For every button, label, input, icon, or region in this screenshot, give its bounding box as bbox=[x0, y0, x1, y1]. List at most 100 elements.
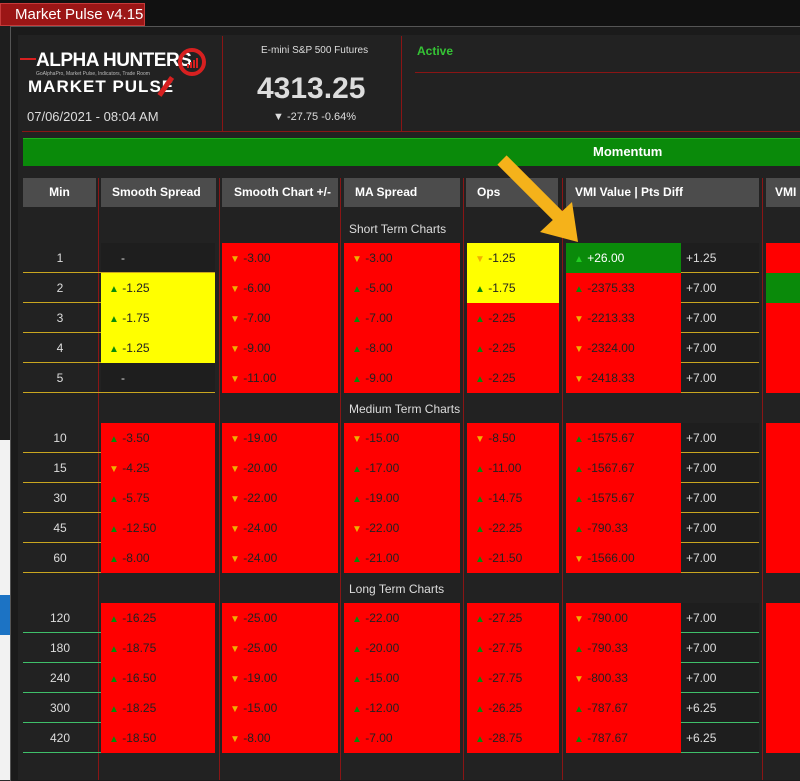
vmi-2-cell[interactable] bbox=[766, 483, 800, 513]
cell-ma[interactable]: ▲ -21.00 bbox=[344, 543, 460, 573]
cell-pts-diff[interactable]: +7.00 bbox=[681, 273, 759, 303]
header-vmi[interactable]: VMI Value | Pts Diff bbox=[566, 178, 759, 207]
cell-ops[interactable]: ▲ -21.50 bbox=[467, 543, 559, 573]
cell-sc[interactable]: ▼ -25.00 bbox=[222, 633, 338, 663]
cell-ops[interactable]: ▲ -27.75 bbox=[467, 633, 559, 663]
vmi-2-cell[interactable] bbox=[766, 663, 800, 693]
cell-pts-diff[interactable]: +7.00 bbox=[681, 453, 759, 483]
header-vmi-2[interactable]: VMI C bbox=[766, 178, 800, 207]
vmi-2-cell[interactable] bbox=[766, 723, 800, 753]
cell-ops[interactable]: ▼ -8.50 bbox=[467, 423, 559, 453]
cell-vmi[interactable]: ▲ -790.33 bbox=[566, 513, 681, 543]
cell-ops[interactable]: ▲ -2.25 bbox=[467, 333, 559, 363]
cell-sc[interactable]: ▼ -9.00 bbox=[222, 333, 338, 363]
window-title-tab[interactable]: Market Pulse v4.15 bbox=[0, 3, 145, 26]
header-smooth-chart[interactable]: Smooth Chart +/- bbox=[222, 178, 338, 207]
cell-vmi[interactable]: ▼ -2213.33 bbox=[566, 303, 681, 333]
cell-ma[interactable]: ▲ -5.00 bbox=[344, 273, 460, 303]
cell-pts-diff[interactable]: +1.25 bbox=[681, 243, 759, 273]
cell-ops[interactable]: ▲ -11.00 bbox=[467, 453, 559, 483]
cell-ss[interactable]: ▲ -1.75 bbox=[101, 303, 215, 333]
cell-sc[interactable]: ▼ -8.00 bbox=[222, 723, 338, 753]
vmi-2-cell[interactable] bbox=[766, 693, 800, 723]
cell-ss[interactable]: ▲ -8.00 bbox=[101, 543, 215, 573]
cell-vmi[interactable]: ▲ -1575.67 bbox=[566, 423, 681, 453]
vmi-2-cell[interactable] bbox=[766, 423, 800, 453]
header-min[interactable]: Min bbox=[23, 178, 96, 207]
cell-ma[interactable]: ▲ -20.00 bbox=[344, 633, 460, 663]
vmi-2-cell[interactable] bbox=[766, 543, 800, 573]
cell-vmi[interactable]: ▼ -2324.00 bbox=[566, 333, 681, 363]
cell-pts-diff[interactable]: +7.00 bbox=[681, 543, 759, 573]
cell-ma[interactable]: ▲ -19.00 bbox=[344, 483, 460, 513]
cell-ops[interactable]: ▲ -26.25 bbox=[467, 693, 559, 723]
cell-sc[interactable]: ▼ -20.00 bbox=[222, 453, 338, 483]
cell-vmi[interactable]: ▼ -2418.33 bbox=[566, 363, 681, 393]
cell-ss[interactable]: ▲ -18.75 bbox=[101, 633, 215, 663]
cell-ma[interactable]: ▲ -8.00 bbox=[344, 333, 460, 363]
cell-ma[interactable]: ▲ -15.00 bbox=[344, 663, 460, 693]
cell-vmi[interactable]: ▲ -787.67 bbox=[566, 723, 681, 753]
vmi-2-cell[interactable] bbox=[766, 363, 800, 393]
vmi-2-cell[interactable] bbox=[766, 243, 800, 273]
cell-ma[interactable]: ▼ -15.00 bbox=[344, 423, 460, 453]
cell-ss[interactable]: ▲ -16.25 bbox=[101, 603, 215, 633]
cell-ops[interactable]: ▲ -14.75 bbox=[467, 483, 559, 513]
cell-sc[interactable]: ▼ -15.00 bbox=[222, 693, 338, 723]
cell-ss[interactable]: ▲ -1.25 bbox=[101, 333, 215, 363]
cell-ss[interactable]: ▲ -16.50 bbox=[101, 663, 215, 693]
cell-pts-diff[interactable]: +7.00 bbox=[681, 633, 759, 663]
cell-ma[interactable]: ▼ -3.00 bbox=[344, 243, 460, 273]
vmi-2-cell[interactable] bbox=[766, 333, 800, 363]
vmi-2-cell[interactable] bbox=[766, 603, 800, 633]
cell-pts-diff[interactable]: +7.00 bbox=[681, 483, 759, 513]
cell-ma[interactable]: ▲ -22.00 bbox=[344, 603, 460, 633]
cell-sc[interactable]: ▼ -24.00 bbox=[222, 513, 338, 543]
cell-sc[interactable]: ▼ -3.00 bbox=[222, 243, 338, 273]
cell-sc[interactable]: ▼ -22.00 bbox=[222, 483, 338, 513]
cell-sc[interactable]: ▼ -19.00 bbox=[222, 423, 338, 453]
cell-pts-diff[interactable]: +7.00 bbox=[681, 333, 759, 363]
cell-vmi[interactable]: ▼ -1566.00 bbox=[566, 543, 681, 573]
cell-pts-diff[interactable]: +7.00 bbox=[681, 603, 759, 633]
cell-ss[interactable]: - bbox=[101, 363, 215, 393]
vmi-2-cell[interactable] bbox=[766, 453, 800, 483]
cell-pts-diff[interactable]: +7.00 bbox=[681, 513, 759, 543]
vmi-2-cell[interactable] bbox=[766, 513, 800, 543]
cell-ops[interactable]: ▲ -2.25 bbox=[467, 303, 559, 333]
cell-ma[interactable]: ▲ -17.00 bbox=[344, 453, 460, 483]
cell-sc[interactable]: ▼ -11.00 bbox=[222, 363, 338, 393]
vmi-2-cell[interactable] bbox=[766, 633, 800, 663]
cell-ma[interactable]: ▲ -9.00 bbox=[344, 363, 460, 393]
cell-pts-diff[interactable]: +7.00 bbox=[681, 423, 759, 453]
cell-ma[interactable]: ▲ -12.00 bbox=[344, 693, 460, 723]
cell-pts-diff[interactable]: +6.25 bbox=[681, 723, 759, 753]
cell-vmi[interactable]: ▲ -1567.67 bbox=[566, 453, 681, 483]
cell-sc[interactable]: ▼ -7.00 bbox=[222, 303, 338, 333]
cell-ss[interactable]: ▲ -18.25 bbox=[101, 693, 215, 723]
cell-vmi[interactable]: ▼ -800.33 bbox=[566, 663, 681, 693]
cell-ma[interactable]: ▼ -22.00 bbox=[344, 513, 460, 543]
cell-sc[interactable]: ▼ -6.00 bbox=[222, 273, 338, 303]
cell-ss[interactable]: ▲ -1.25 bbox=[101, 273, 215, 303]
vmi-2-cell[interactable] bbox=[766, 273, 800, 303]
cell-vmi[interactable]: ▲ -790.33 bbox=[566, 633, 681, 663]
cell-ma[interactable]: ▲ -7.00 bbox=[344, 723, 460, 753]
cell-ss[interactable]: ▲ -12.50 bbox=[101, 513, 215, 543]
cell-vmi[interactable]: ▼ -790.00 bbox=[566, 603, 681, 633]
cell-ss[interactable]: ▲ -18.50 bbox=[101, 723, 215, 753]
cell-ops[interactable]: ▲ -27.25 bbox=[467, 603, 559, 633]
cell-sc[interactable]: ▼ -19.00 bbox=[222, 663, 338, 693]
cell-sc[interactable]: ▼ -25.00 bbox=[222, 603, 338, 633]
cell-vmi[interactable]: ▲ -1575.67 bbox=[566, 483, 681, 513]
cell-ops[interactable]: ▲ -2.25 bbox=[467, 363, 559, 393]
cell-ops[interactable]: ▲ -27.75 bbox=[467, 663, 559, 693]
title-bar[interactable]: Market Pulse v4.15 bbox=[0, 0, 800, 26]
cell-ops[interactable]: ▲ -22.25 bbox=[467, 513, 559, 543]
vmi-2-cell[interactable] bbox=[766, 303, 800, 333]
cell-ss[interactable]: ▼ -4.25 bbox=[101, 453, 215, 483]
cell-pts-diff[interactable]: +7.00 bbox=[681, 663, 759, 693]
cell-pts-diff[interactable]: +7.00 bbox=[681, 363, 759, 393]
cell-ss[interactable]: ▲ -3.50 bbox=[101, 423, 215, 453]
cell-ss[interactable]: ▲ -5.75 bbox=[101, 483, 215, 513]
